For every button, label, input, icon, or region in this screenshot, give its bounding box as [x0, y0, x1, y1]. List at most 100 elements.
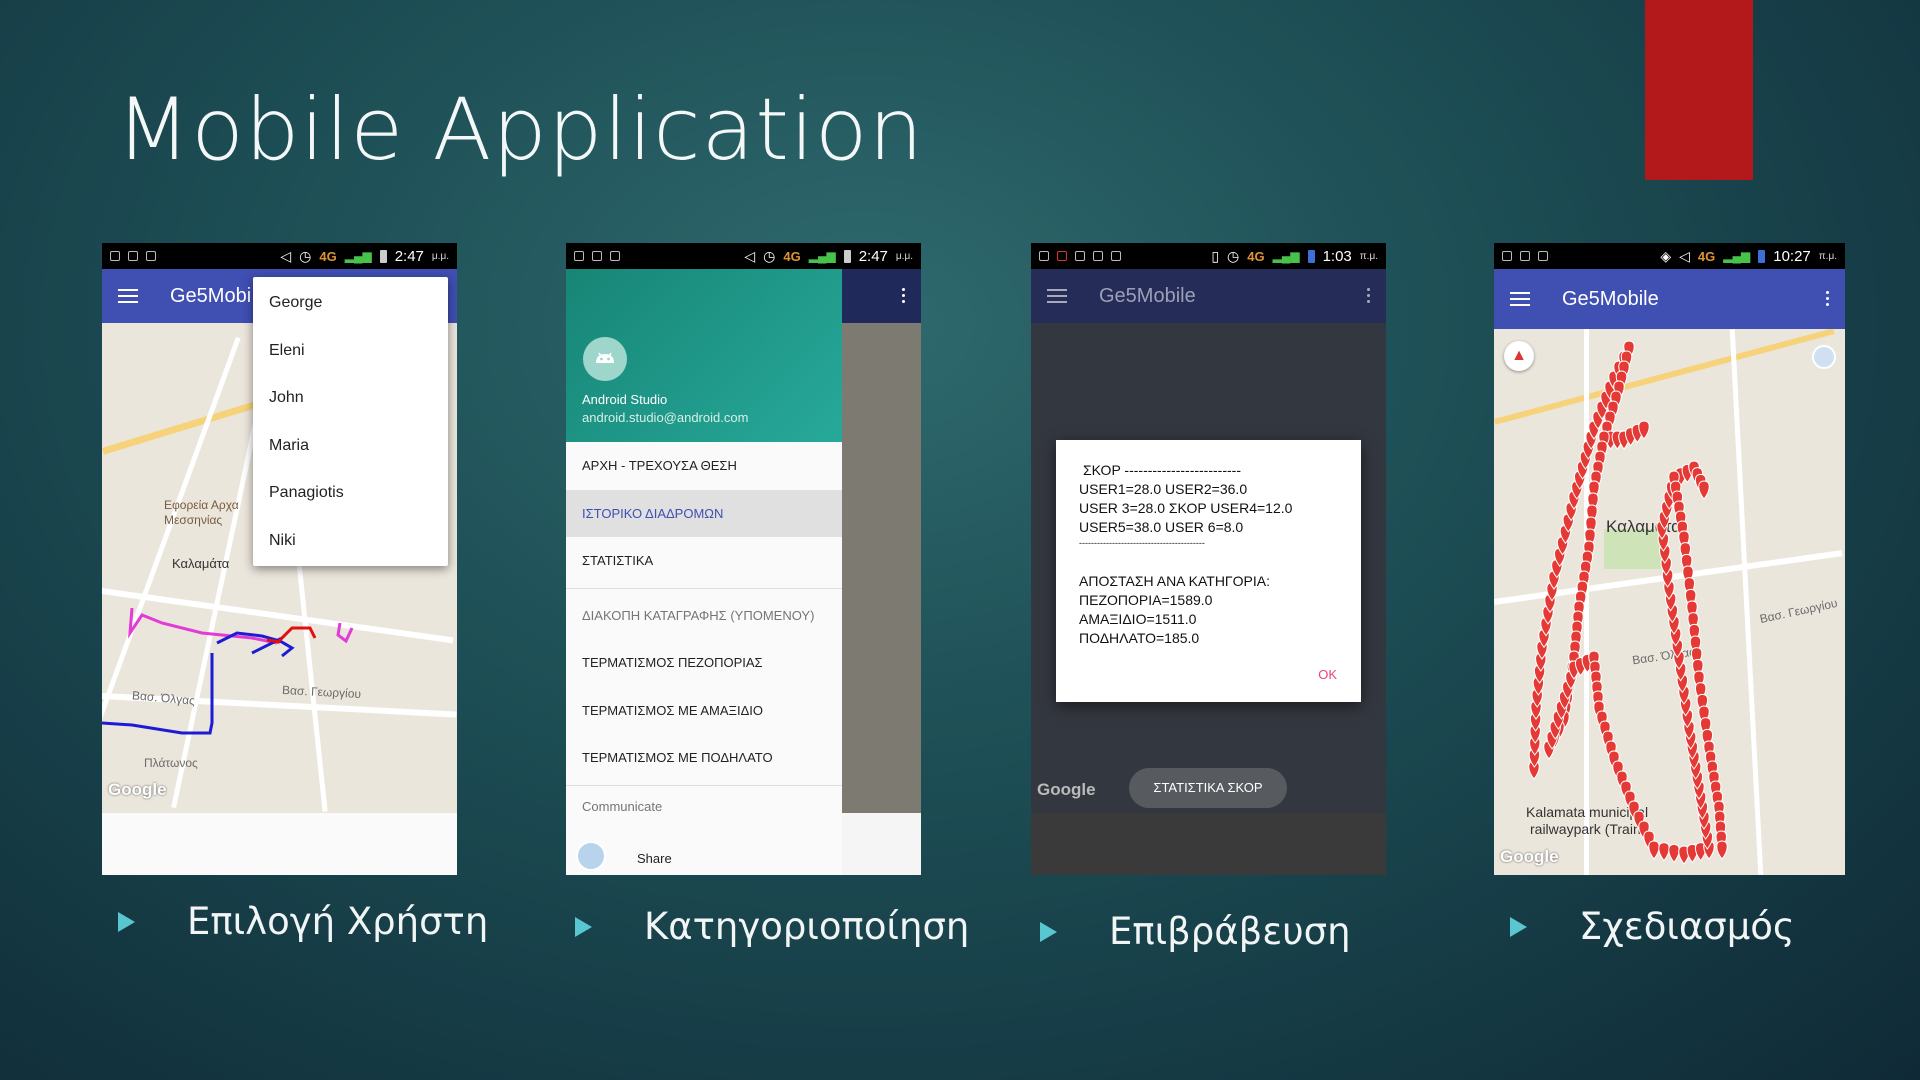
signal-icon: ▂▄▆ [1723, 249, 1751, 263]
notification-icon [1502, 251, 1512, 261]
score-statistics-button[interactable]: ΣΤΑΤΙΣΤΙΚΑ ΣΚΟΡ [1129, 768, 1287, 808]
caption-design: Σχεδιασμός [1510, 905, 1795, 948]
status-bar: ◁ ◷ 4G ▂▄▆ 2:47 μ.μ. [102, 243, 457, 269]
signal-icon: ▂▄▆ [808, 249, 836, 263]
download-icon [146, 251, 156, 261]
network-4g-icon: 4G [319, 248, 337, 264]
bullet-triangle-icon [575, 916, 592, 937]
user-dropdown[interactable]: George Eleni John Maria Panagiotis Niki [253, 277, 448, 566]
navigation-drawer: Android Studio android.studio@android.co… [566, 269, 842, 875]
menu-icon[interactable] [1510, 292, 1530, 306]
caption-user-select: Επιλογή Χρήστη [118, 900, 488, 943]
folder-icon [1520, 251, 1530, 261]
battery-icon [379, 249, 387, 263]
ok-button[interactable]: OK [1318, 667, 1337, 682]
status-bar: ◁ ◷ 4G ▂▄▆ 2:47 μ.μ. [566, 243, 921, 269]
drawer-section-communicate: Communicate [582, 798, 663, 814]
image-icon [1111, 251, 1121, 261]
google-logo: Google [1037, 780, 1096, 799]
drawer-item-statistics[interactable]: ΣΤΑΤΙΣΤΙΚΑ [566, 537, 842, 585]
phone-navigation-drawer: ◁ ◷ 4G ▂▄▆ 2:47 μ.μ. Android Studio android.s… [566, 243, 921, 875]
menu-icon[interactable] [118, 289, 138, 303]
route-pins [1528, 340, 1728, 865]
route-pin [1658, 842, 1670, 862]
mute-icon: ◁ [1679, 247, 1690, 264]
app-title: Ge5Mobi [170, 284, 252, 307]
drawer-item-end-bicycle[interactable]: ΤΕΡΜΑΤΙΣΜΟΣ ΜΕ ΠΟΔΗΛΑΤΟ [566, 734, 842, 782]
google-logo: Google [1500, 847, 1559, 866]
alarm-icon: ◷ [1227, 247, 1240, 264]
status-bar: ◈ ◁ 4G ▂▄▆ 10:27 π.μ. [1494, 243, 1845, 269]
drawer-item-share[interactable]: Share [566, 841, 842, 875]
route-pin [1698, 480, 1710, 500]
battery-icon [1758, 249, 1766, 263]
status-time: 1:03 [1322, 247, 1352, 265]
drawer-user-email: android.studio@android.com [582, 410, 749, 425]
alarm-icon: ◷ [763, 247, 776, 264]
app-bar-dimmed: Ge5Mobile [1031, 269, 1386, 323]
network-4g-icon: 4G [1697, 248, 1716, 264]
route-pin [1716, 840, 1728, 860]
android-icon [583, 337, 627, 381]
phone-user-select: ◁ ◷ 4G ▂▄▆ 2:47 μ.μ. Ge5Mobi Εφορεία Αρχα Μεσ… [102, 243, 457, 875]
accent-bar [1645, 0, 1753, 180]
notification-icon [574, 251, 584, 261]
menu-icon[interactable] [1047, 289, 1067, 303]
user-option-niki[interactable]: Niki [253, 517, 448, 565]
download-icon [610, 251, 620, 261]
battery-icon [843, 249, 851, 263]
caption-reward: Επιβράβευση [1040, 910, 1351, 953]
notification-icon [1039, 251, 1049, 261]
user-option-panagiotis[interactable]: Panagiotis [253, 469, 448, 517]
usb-icon [1075, 251, 1085, 261]
mute-icon: ◁ [744, 247, 756, 264]
network-4g-icon: 4G [783, 248, 801, 264]
drawer-item-end-walking[interactable]: ΤΕΡΜΑΤΙΣΜΟΣ ΠΕΖΟΠΟΡΙΑΣ [566, 639, 842, 687]
bullet-triangle-icon [118, 911, 135, 932]
share-avatar-icon [576, 841, 606, 871]
notification-icon [110, 251, 120, 261]
app-title: Ge5Mobile [1099, 284, 1196, 307]
alarm-icon: ◷ [299, 247, 312, 264]
status-time: 2:47 [858, 247, 888, 265]
overflow-menu-icon[interactable] [1826, 291, 1829, 306]
drawer-item-end-car[interactable]: ΤΕΡΜΑΤΙΣΜΟΣ ΜΕ ΑΜΑΞΙΔΙΟ [566, 687, 842, 735]
network-4g-icon: 4G [1247, 248, 1265, 264]
signal-icon: ▂▄▆ [344, 249, 372, 263]
caption-categorization: Κατηγοριοποίηση [575, 905, 969, 948]
status-bar: ▯ ◷ 4G ▂▄▆ 1:03 π.μ. [1031, 243, 1386, 269]
bottom-area [102, 813, 457, 875]
user-option-maria[interactable]: Maria [253, 422, 448, 470]
drawer-header: Android Studio android.studio@android.co… [566, 269, 842, 442]
shield-icon [592, 251, 602, 261]
drawer-user-name: Android Studio [582, 392, 668, 407]
drawer-item-home[interactable]: ΑΡΧΗ - ΤΡΕΧΟΥΣΑ ΘΕΣΗ [566, 442, 842, 490]
mute-icon: ◁ [280, 247, 292, 264]
phone-score-dialog: ▯ ◷ 4G ▂▄▆ 1:03 π.μ. Ge5Mobile Google ΣΚΟΡ --… [1031, 243, 1386, 875]
bullet-triangle-icon [1510, 916, 1527, 937]
user-option-john[interactable]: John [253, 374, 448, 422]
vibrate-icon: ▯ [1211, 247, 1220, 264]
drawer-item-pause[interactable]: ΔΙΑΚΟΠΗ ΚΑΤΑΓΡΑΦΗΣ (ΥΠΟΜΕΝΟΥ) [566, 592, 842, 640]
route-pin [1668, 843, 1680, 864]
bullet-triangle-icon [1040, 921, 1057, 942]
shield-icon [128, 251, 138, 261]
score-dialog: ΣΚΟΡ ------------------------- USER1=28.… [1056, 440, 1361, 702]
phone-route-map: ◈ ◁ 4G ▂▄▆ 10:27 π.μ. Ge5Mobile ▲ Καλαμάτα Ka… [1494, 243, 1845, 875]
download-icon [1538, 251, 1548, 261]
folder-icon [1093, 251, 1103, 261]
location-icon: ◈ [1660, 247, 1672, 264]
signal-icon: ▂▄▆ [1272, 249, 1300, 263]
overflow-menu-icon[interactable] [902, 288, 905, 303]
route-pin [1648, 840, 1660, 860]
user-option-eleni[interactable]: Eleni [253, 327, 448, 375]
battery-icon [1307, 249, 1315, 263]
app-bar: Ge5Mobile [1494, 269, 1845, 329]
user-option-george[interactable]: George [253, 279, 448, 327]
slide-title: Mobile Application [116, 80, 924, 180]
drawer-item-history[interactable]: ΙΣΤΟΡΙΚΟ ΔΙΑΔΡΟΜΩΝ [566, 489, 842, 537]
overflow-menu-icon[interactable] [1367, 288, 1370, 303]
status-time: 2:47 [394, 247, 424, 265]
app-title: Ge5Mobile [1562, 287, 1659, 310]
map-view[interactable]: ▲ Καλαμάτα Kalamata municipal railwaypar… [1494, 329, 1845, 875]
